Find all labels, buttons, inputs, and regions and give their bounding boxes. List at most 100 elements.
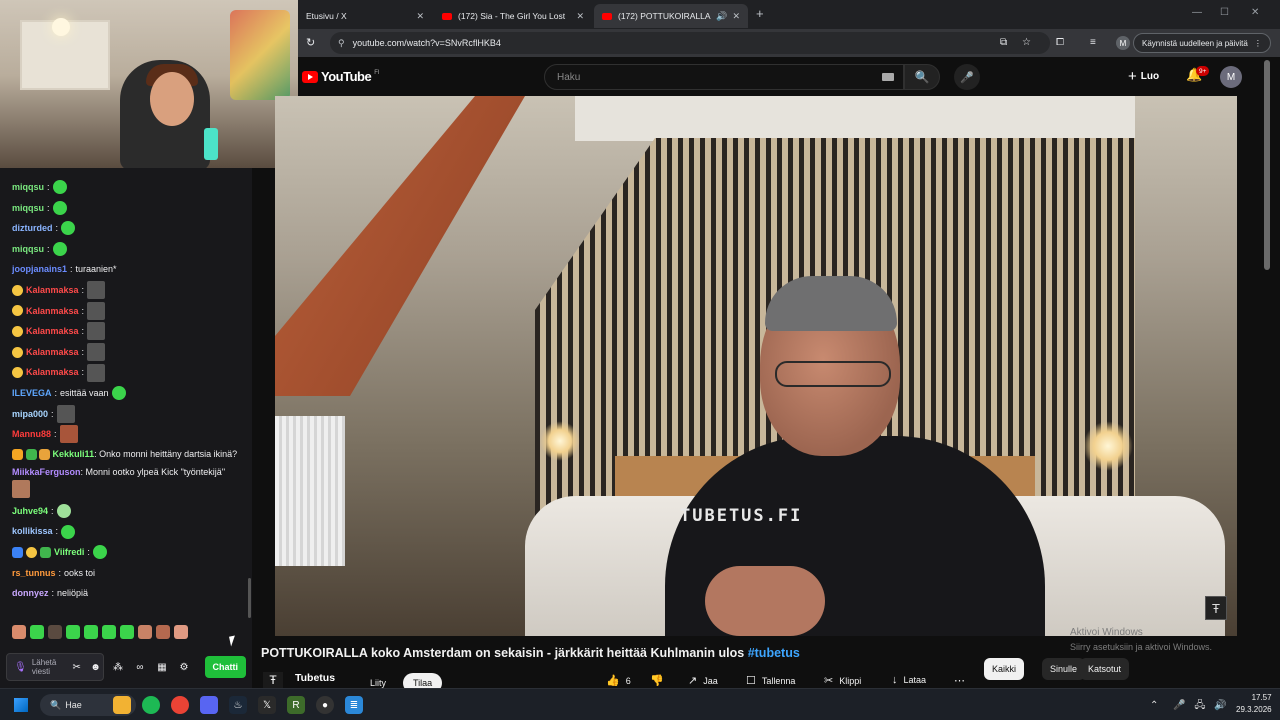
video-player[interactable]: TUBETUS.FI Ŧ — [275, 96, 1237, 636]
emote-option[interactable] — [156, 625, 170, 639]
emote-option[interactable] — [30, 625, 44, 639]
system-tray[interactable]: ⌃ 🎤 🖧 🔊 — [1150, 698, 1227, 715]
chat-username[interactable]: Kalanmaksa — [26, 280, 79, 301]
search-button[interactable]: 🔍 — [904, 64, 940, 90]
emoji-icon[interactable]: ☻ — [88, 659, 103, 675]
emote-option[interactable] — [84, 625, 98, 639]
gear-icon[interactable]: ⚙ — [176, 659, 192, 675]
url-field[interactable]: ⚲ youtube.com/watch?v=SNvRcflHKB4 — [330, 32, 1050, 54]
chat-username[interactable]: Kalanmaksa — [26, 342, 79, 363]
infinity-icon[interactable]: ∞ — [132, 659, 148, 675]
youtube-avatar[interactable]: M — [1220, 66, 1242, 88]
browser-profile-avatar[interactable]: M — [1116, 36, 1130, 50]
obs-icon[interactable]: ● — [316, 696, 334, 714]
rockstar-icon[interactable]: R — [287, 696, 305, 714]
close-icon[interactable]: ✕ — [416, 11, 424, 22]
chat-username[interactable]: dizturded — [12, 218, 53, 239]
tray-mic-icon[interactable]: 🎤 — [1173, 700, 1185, 711]
community-icon[interactable]: ⁂ — [110, 659, 126, 675]
tab-x[interactable]: Etusivu / X ✕ — [298, 4, 432, 28]
chat-username[interactable]: miqqsu — [12, 177, 44, 198]
dislike-button[interactable]: 👎 — [650, 674, 664, 687]
window-close-icon[interactable]: ✕ — [1251, 7, 1259, 18]
chat-username[interactable]: ILEVEGA — [12, 383, 52, 404]
chat-send-button[interactable]: Chatti — [204, 656, 246, 678]
download-button[interactable]: ↓ Lataa — [892, 674, 926, 686]
new-tab-icon[interactable]: + — [756, 6, 764, 21]
tab-sia[interactable]: (172) Sia - The Girl You Lost To ✕ — [434, 4, 592, 28]
emote-option[interactable] — [174, 625, 188, 639]
save-button[interactable]: ☐ Tallenna — [746, 674, 795, 687]
chat-username[interactable]: kollikissa — [12, 521, 53, 542]
chat-username[interactable]: Juhve94 — [12, 501, 48, 522]
discord-icon[interactable] — [200, 696, 218, 714]
chat-username[interactable]: Viifredi — [54, 542, 84, 563]
channel-watermark-icon[interactable]: Ŧ — [1205, 596, 1227, 620]
media-control-icon[interactable]: ≡ — [1090, 37, 1096, 48]
video-hashtag[interactable]: #tubetus — [748, 646, 800, 660]
chat-scrollbar[interactable] — [248, 578, 251, 618]
chat-message-input[interactable]: 🎙 Lähetä viesti ✂ ☻ — [6, 653, 104, 681]
create-button[interactable]: + Luo — [1128, 68, 1159, 85]
network-icon[interactable]: 🖧 — [1194, 700, 1205, 711]
windows-start-icon[interactable] — [14, 698, 28, 712]
chat-username[interactable]: donnyez — [12, 583, 49, 604]
chat-username[interactable]: Kekkuli11 — [53, 449, 95, 459]
emote-option[interactable] — [120, 625, 134, 639]
steam-icon[interactable]: ♨ — [229, 696, 247, 714]
chrome-icon[interactable] — [171, 696, 189, 714]
chip-for-you[interactable]: Sinulle — [1042, 658, 1086, 680]
chat-username[interactable]: miqqsu — [12, 239, 44, 260]
close-icon[interactable]: ✕ — [576, 11, 584, 22]
maximize-icon[interactable]: ☐ — [1220, 7, 1229, 18]
chip-all[interactable]: Kaikki — [984, 658, 1025, 680]
emote-option[interactable] — [48, 625, 62, 639]
chip-watched[interactable]: Katsotut — [1080, 658, 1130, 680]
chat-username[interactable]: mipa000 — [12, 404, 48, 425]
reload-icon[interactable]: ↻ — [306, 36, 315, 49]
site-info-icon[interactable]: ⚲ — [338, 38, 345, 49]
share-button[interactable]: ↗ Jaa — [688, 674, 718, 687]
emote-option[interactable] — [66, 625, 80, 639]
emote-option[interactable] — [102, 625, 116, 639]
like-button[interactable]: 👍 6 — [606, 674, 631, 687]
volume-icon[interactable]: 🔊 — [1214, 700, 1226, 711]
chat-message-list[interactable]: miqqsu: miqqsu: dizturded: miqqsu: joopj… — [0, 168, 252, 646]
emote-option[interactable] — [138, 625, 152, 639]
youtube-search-input[interactable]: Haku — [544, 64, 904, 90]
kebab-menu-icon[interactable]: ⋮ — [1254, 39, 1262, 48]
chat-username[interactable]: joopjanains1 — [12, 259, 67, 280]
channel-name[interactable]: Tubetus — [295, 672, 335, 684]
clip-button[interactable]: ✂ Klippi — [824, 674, 861, 687]
speaker-icon[interactable]: 🔊 — [716, 11, 727, 22]
notepad-icon[interactable]: ≣ — [345, 696, 363, 714]
keyboard-icon[interactable] — [882, 73, 894, 81]
chat-username[interactable]: miqqsu — [12, 198, 44, 219]
restart-update-button[interactable]: Käynnistä uudelleen ja päivitä ⋮ — [1133, 33, 1271, 53]
voice-search-button[interactable]: 🎤 — [954, 64, 980, 90]
extensions-icon[interactable]: ⧠ — [1056, 37, 1064, 48]
page-scrollbar[interactable] — [1264, 60, 1270, 270]
chat-username[interactable]: Mannu88 — [12, 424, 51, 445]
chat-username[interactable]: Kalanmaksa — [26, 321, 79, 342]
taskbar-clock[interactable]: 17.57 29.3.2026 — [1236, 692, 1272, 716]
more-actions-button[interactable]: ⋯ — [954, 674, 965, 687]
chat-username[interactable]: MiikkaFerguson — [12, 467, 81, 477]
close-icon[interactable]: ✕ — [732, 11, 740, 22]
minimize-icon[interactable]: — — [1192, 7, 1202, 18]
chat-username[interactable]: Kalanmaksa — [26, 362, 79, 383]
channel-avatar-icon[interactable]: Ŧ — [263, 672, 283, 688]
chat-username[interactable]: rs_tunnus — [12, 563, 56, 584]
tray-chevron-icon[interactable]: ⌃ — [1150, 700, 1158, 711]
bookmark-star-icon[interactable]: ☆ — [1022, 37, 1031, 48]
mic-icon[interactable]: 🎙 — [13, 659, 28, 675]
store-icon[interactable]: ▦ — [154, 659, 170, 675]
x-app-icon[interactable]: 𝕏 — [258, 696, 276, 714]
install-app-icon[interactable]: ⧉ — [1000, 37, 1007, 48]
youtube-logo[interactable]: YouTube FI — [302, 69, 380, 84]
spotify-icon[interactable] — [142, 696, 160, 714]
file-explorer-icon[interactable] — [113, 696, 131, 714]
chat-username[interactable]: Kalanmaksa — [26, 301, 79, 322]
tab-pottukoiralla[interactable]: (172) POTTUKOIRALLA koko 🔊 ✕ — [594, 4, 748, 28]
emote-option[interactable] — [12, 625, 26, 639]
